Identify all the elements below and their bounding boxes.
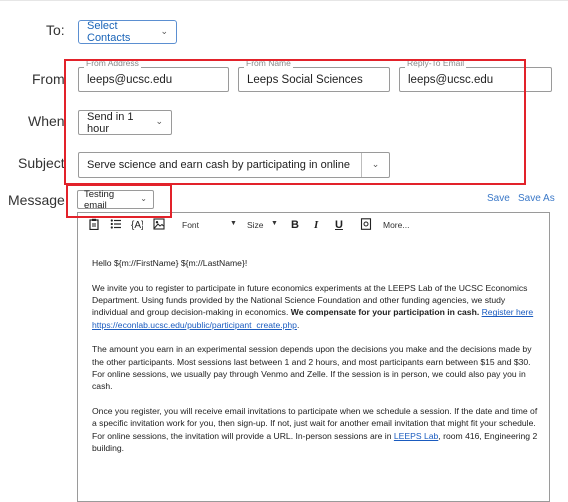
image-icon[interactable] bbox=[153, 218, 165, 230]
subject-value: Serve science and earn cash by participa… bbox=[87, 159, 353, 171]
subject-dropdown-toggle[interactable]: ⌄ bbox=[360, 153, 389, 177]
leeps-lab-link[interactable]: LEEPS Lab bbox=[394, 431, 438, 441]
bold-button[interactable]: B bbox=[291, 219, 299, 231]
editor-toolbar: {A} Font ▼ Size ▼ B I U More... bbox=[78, 213, 549, 239]
from-address-group: leeps@ucsc.edu From Address bbox=[78, 58, 229, 92]
reply-to-caption: Reply-To Email bbox=[405, 58, 467, 68]
subject-label: Subject bbox=[18, 155, 65, 171]
reply-to-group: leeps@ucsc.edu Reply-To Email bbox=[399, 58, 552, 92]
font-dropdown-caret[interactable]: ▼ bbox=[230, 220, 237, 227]
more-button[interactable]: More... bbox=[383, 220, 409, 230]
from-name-caption: From Name bbox=[244, 58, 293, 68]
when-value: Send in 1 hour bbox=[87, 110, 134, 135]
chevron-down-icon: ⌄ bbox=[160, 25, 168, 36]
greeting-line: Hello ${m://FirstName} ${m://LastName}! bbox=[92, 258, 248, 268]
source-icon[interactable] bbox=[360, 218, 372, 230]
save-link[interactable]: Save bbox=[487, 193, 510, 204]
message-template-value: Testing email bbox=[84, 188, 115, 211]
from-name-field[interactable]: Leeps Social Sciences bbox=[238, 67, 390, 92]
from-address-field[interactable]: leeps@ucsc.edu bbox=[78, 67, 229, 92]
italic-button[interactable]: I bbox=[314, 219, 318, 231]
size-dropdown-caret[interactable]: ▼ bbox=[271, 220, 278, 227]
when-label: When bbox=[28, 113, 65, 129]
from-address-value: leeps@ucsc.edu bbox=[87, 73, 173, 86]
clipboard-icon[interactable] bbox=[88, 218, 100, 230]
chevron-down-icon: ⌄ bbox=[371, 158, 380, 169]
reply-to-value: leeps@ucsc.edu bbox=[408, 73, 494, 86]
font-dropdown-label[interactable]: Font bbox=[182, 220, 199, 230]
paragraph-1: We invite you to register to participate… bbox=[92, 282, 540, 331]
message-editor[interactable]: {A} Font ▼ Size ▼ B I U More... Hello ${… bbox=[77, 212, 550, 502]
save-as-link[interactable]: Save As bbox=[518, 193, 555, 204]
message-body[interactable]: Hello ${m://FirstName} ${m://LastName}! … bbox=[92, 257, 540, 467]
size-dropdown-label[interactable]: Size bbox=[247, 220, 264, 230]
paragraph-1-bold: We compensate for your participation in … bbox=[290, 307, 480, 318]
when-dropdown[interactable]: Send in 1 hour ⌄ bbox=[78, 110, 172, 135]
reply-to-field[interactable]: leeps@ucsc.edu bbox=[399, 67, 552, 92]
chevron-down-icon: ⌄ bbox=[140, 194, 147, 203]
bullet-list-icon[interactable] bbox=[110, 218, 122, 230]
message-template-dropdown[interactable]: Testing email ⌄ bbox=[77, 188, 154, 211]
from-name-group: Leeps Social Sciences From Name bbox=[238, 58, 390, 92]
paragraph-2: The amount you earn in an experimental s… bbox=[92, 344, 532, 392]
from-address-caption: From Address bbox=[84, 58, 141, 68]
select-contacts-button[interactable]: Select Contacts ⌄ bbox=[78, 20, 177, 44]
svg-text:{A}: {A} bbox=[131, 220, 143, 230]
select-contacts-label: Select Contacts bbox=[87, 20, 131, 44]
paragraph-3: Once you register, you will receive emai… bbox=[92, 405, 540, 454]
from-label: From bbox=[32, 71, 65, 87]
paragraph-1-end: . bbox=[296, 319, 300, 330]
chevron-down-icon: ⌄ bbox=[155, 116, 163, 126]
piped-text-icon[interactable]: {A} bbox=[131, 218, 143, 230]
from-name-value: Leeps Social Sciences bbox=[247, 73, 363, 86]
underline-button[interactable]: U bbox=[335, 219, 343, 231]
subject-field[interactable]: Serve science and earn cash by participa… bbox=[78, 152, 390, 178]
top-divider bbox=[0, 0, 568, 1]
to-label: To: bbox=[46, 22, 65, 38]
message-label: Message: bbox=[8, 192, 69, 208]
